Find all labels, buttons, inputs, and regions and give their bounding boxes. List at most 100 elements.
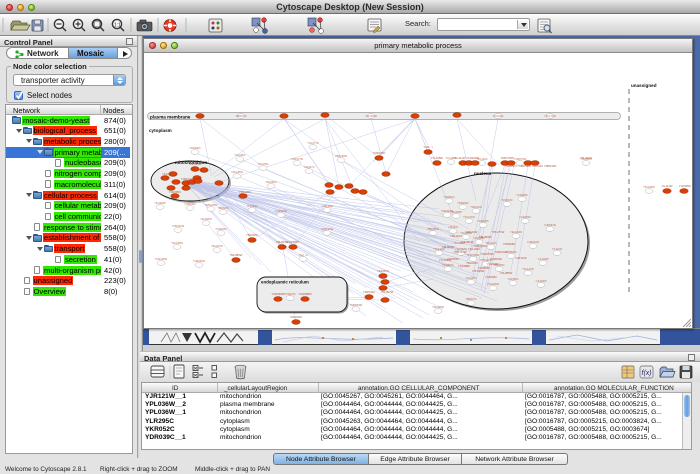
svg-text:plasma membrane: plasma membrane: [150, 114, 191, 119]
svg-text:YDR178W: YDR178W: [500, 156, 514, 160]
svg-text:YPR036W: YPR036W: [321, 227, 334, 231]
svg-text:YLR395C: YLR395C: [507, 277, 518, 281]
svg-text:YBL045C: YBL045C: [466, 261, 478, 265]
svg-text:YOR065W: YOR065W: [473, 244, 487, 248]
svg-text:YHR060W: YHR060W: [193, 259, 206, 263]
svg-text:YDL004W: YDL004W: [432, 305, 444, 309]
svg-text:YPL271W: YPL271W: [463, 215, 475, 219]
svg-text:YKL016C: YKL016C: [162, 172, 174, 176]
svg-text:YEL), G: YEL), G: [298, 253, 307, 257]
svg-text:YPL036W: YPL036W: [643, 185, 655, 189]
svg-text:YJL166W: YJL166W: [537, 257, 549, 261]
svg-text:cytoplasm: cytoplasm: [149, 128, 172, 133]
svg-text:YBR251W: YBR251W: [427, 227, 440, 231]
svg-text:YNL052W: YNL052W: [461, 240, 474, 244]
svg-text:YGR008C: YGR008C: [516, 193, 528, 197]
svg-text:YLR295C: YLR295C: [234, 153, 245, 157]
svg-text:YJR121W: YJR121W: [181, 177, 194, 181]
svg-text:YDR039C: YDR039C: [490, 257, 503, 261]
svg-text:YDR529C: YDR529C: [478, 266, 491, 270]
svg-text:YML110C: YML110C: [485, 241, 496, 245]
svg-text:YOR065W: YOR065W: [271, 292, 285, 296]
svg-text:YBL099W: YBL099W: [479, 235, 492, 239]
svg-text:YKR052C: YKR052C: [443, 195, 455, 199]
svg-text:YBR039W: YBR039W: [335, 154, 348, 158]
svg-text:YPL271W: YPL271W: [544, 114, 556, 118]
svg-text:YML054C: YML054C: [290, 315, 302, 319]
svg-text:YOL077C: YOL077C: [307, 141, 319, 145]
svg-text:YGR020C: YGR020C: [215, 227, 227, 231]
svg-text:YEL024W: YEL024W: [510, 230, 522, 234]
svg-text:YEL047C YJR051W YLL041C YMR118: YEL047C YJR051W YLL041C YMR118C: [505, 164, 556, 168]
svg-text:YGR105W: YGR105W: [155, 257, 168, 261]
svg-text:YHR001W: YHR001W: [494, 250, 508, 254]
svg-text:YGR088W: YGR088W: [298, 292, 312, 296]
svg-text:YDR298C: YDR298C: [503, 242, 516, 246]
svg-text:YJR113C: YJR113C: [448, 225, 459, 229]
svg-text:YPL078C: YPL078C: [257, 162, 268, 166]
svg-text:YDL004W: YDL004W: [365, 114, 377, 118]
svg-text:YJR121W: YJR121W: [465, 230, 478, 234]
svg-text:YDL185W: YDL185W: [231, 170, 243, 174]
svg-text:nucleus: nucleus: [474, 171, 492, 176]
svg-text:YOR065W: YOR065W: [467, 253, 480, 257]
svg-text:YOR075W: YOR075W: [480, 252, 494, 256]
svg-text:YKL085W: YKL085W: [500, 271, 513, 275]
svg-text:YDR298C: YDR298C: [189, 146, 201, 150]
svg-text:YML110C: YML110C: [450, 234, 462, 238]
svg-text:1:1: 1:1: [114, 23, 121, 29]
svg-text:YBR037C: YBR037C: [235, 114, 247, 118]
svg-text:YDR039C: YDR039C: [457, 201, 469, 205]
svg-text:YLR148W: YLR148W: [321, 204, 333, 208]
svg-text:YPL271W: YPL271W: [492, 230, 505, 234]
svg-text:YLR305C: YLR305C: [287, 240, 299, 244]
svg-text:YPR020W: YPR020W: [205, 203, 218, 207]
svg-text:YKL067W: YKL067W: [381, 290, 394, 294]
svg-text:YMR054W: YMR054W: [350, 303, 363, 307]
svg-text:YLR038C: YLR038C: [485, 275, 497, 279]
svg-text:YNL315C: YNL315C: [465, 276, 476, 280]
svg-text:YKL016C: YKL016C: [492, 114, 503, 118]
svg-text:YEL024W: YEL024W: [276, 240, 289, 244]
svg-text:YDR298C: YDR298C: [477, 219, 489, 223]
svg-text:YMR145C: YMR145C: [373, 151, 386, 155]
svg-text:YDL085W: YDL085W: [230, 253, 243, 257]
svg-text:YFR033C: YFR033C: [501, 198, 513, 202]
svg-text:YHR026W: YHR026W: [275, 209, 288, 213]
svg-text:YEL051W: YEL051W: [200, 217, 212, 221]
svg-text:YBR127C: YBR127C: [217, 206, 229, 210]
svg-text:YJL003W: YJL003W: [535, 279, 547, 283]
svg-text:YPR191W: YPR191W: [453, 250, 466, 254]
svg-text:YLR447C: YLR447C: [303, 165, 314, 169]
svg-text:YML120C: YML120C: [239, 190, 251, 194]
svg-text:YEL024W: YEL024W: [442, 245, 455, 249]
svg-text:YOR075W: YOR075W: [514, 157, 527, 161]
svg-text:YDR322W: YDR322W: [441, 209, 454, 213]
svg-text:YFR033C: YFR033C: [363, 290, 375, 294]
svg-text:YML030W: YML030W: [487, 282, 500, 286]
svg-text:YDR377W: YDR377W: [291, 157, 304, 161]
svg-text:YLR295C: YLR295C: [169, 190, 181, 194]
svg-text:YGR...): YGR...): [423, 145, 432, 149]
svg-text:YJR113C: YJR113C: [515, 256, 527, 260]
svg-text:YOR297C: YOR297C: [442, 263, 454, 267]
svg-text:YHR039C: YHR039C: [184, 202, 196, 206]
svg-text:YGR183C: YGR183C: [487, 262, 500, 266]
svg-text:YHR001W: YHR001W: [527, 240, 540, 244]
svg-text:f(x): f(x): [642, 370, 652, 377]
svg-text:YIL111W: YIL111W: [552, 247, 563, 251]
svg-text:YKL141W: YKL141W: [522, 267, 534, 271]
svg-text:YPL262W: YPL262W: [580, 156, 593, 160]
svg-text:unassigned: unassigned: [631, 83, 657, 88]
svg-text:YDL004W: YDL004W: [189, 162, 202, 166]
svg-text:YOR332W: YOR332W: [172, 224, 185, 228]
svg-text:YDL067C: YDL067C: [377, 269, 389, 273]
svg-text:YKL080W: YKL080W: [154, 201, 166, 205]
svg-text:YOR270C: YOR270C: [284, 292, 296, 296]
svg-text:YEL027W: YEL027W: [211, 244, 223, 248]
svg-text:YLR395C: YLR395C: [679, 184, 691, 188]
svg-text:YJR121W: YJR121W: [470, 205, 482, 209]
svg-text:YPL234C: YPL234C: [246, 204, 257, 208]
svg-text:YIL111W: YIL111W: [661, 184, 672, 188]
svg-text:YDL185W: YDL185W: [171, 241, 183, 245]
